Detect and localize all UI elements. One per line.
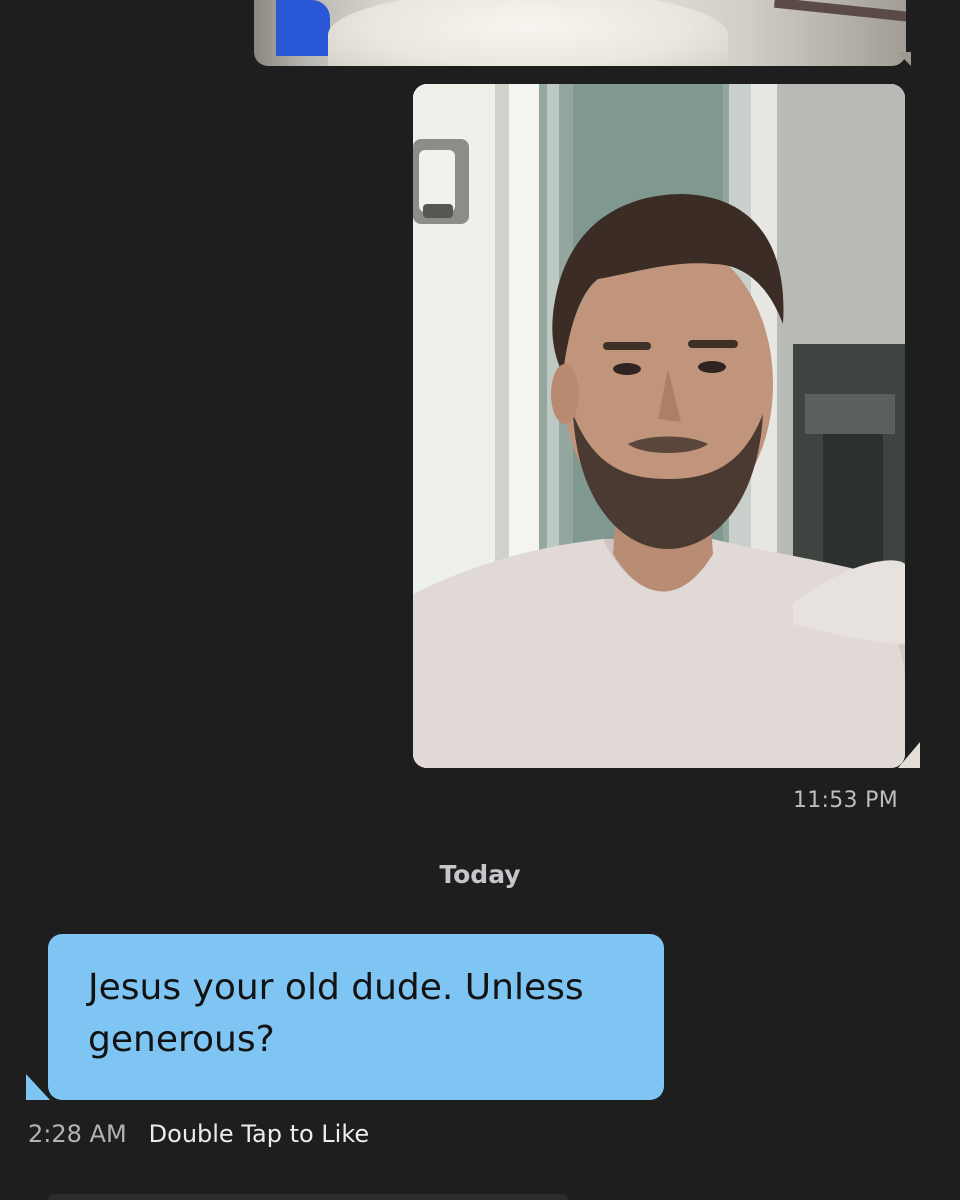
- chat-screen: 11:53 PM Today Jesus your old dude. Unle…: [0, 0, 960, 1200]
- bubble-tail: [26, 1074, 50, 1100]
- selfie-image: [413, 84, 905, 768]
- incoming-message-text: Jesus your old dude. Unless generous?: [88, 967, 584, 1060]
- photo-detail-blue-cloth: [276, 0, 330, 56]
- bubble-tail: [897, 52, 911, 66]
- photo-detail-rail: [773, 0, 906, 25]
- double-tap-like-hint[interactable]: Double Tap to Like: [149, 1120, 370, 1148]
- day-divider: Today: [439, 860, 521, 889]
- message-meta-row: 2:28 AM Double Tap to Like: [28, 1120, 369, 1148]
- message-timestamp: 2:28 AM: [28, 1120, 127, 1148]
- sent-photo-selfie[interactable]: [413, 84, 905, 768]
- sent-photo-previous[interactable]: [254, 0, 906, 66]
- incoming-message-bubble[interactable]: Jesus your old dude. Unless generous?: [48, 934, 664, 1100]
- next-message-edge: [48, 1194, 568, 1200]
- bubble-tail: [898, 742, 920, 768]
- photo-detail-white-fur: [328, 0, 728, 66]
- message-timestamp: 11:53 PM: [792, 788, 898, 813]
